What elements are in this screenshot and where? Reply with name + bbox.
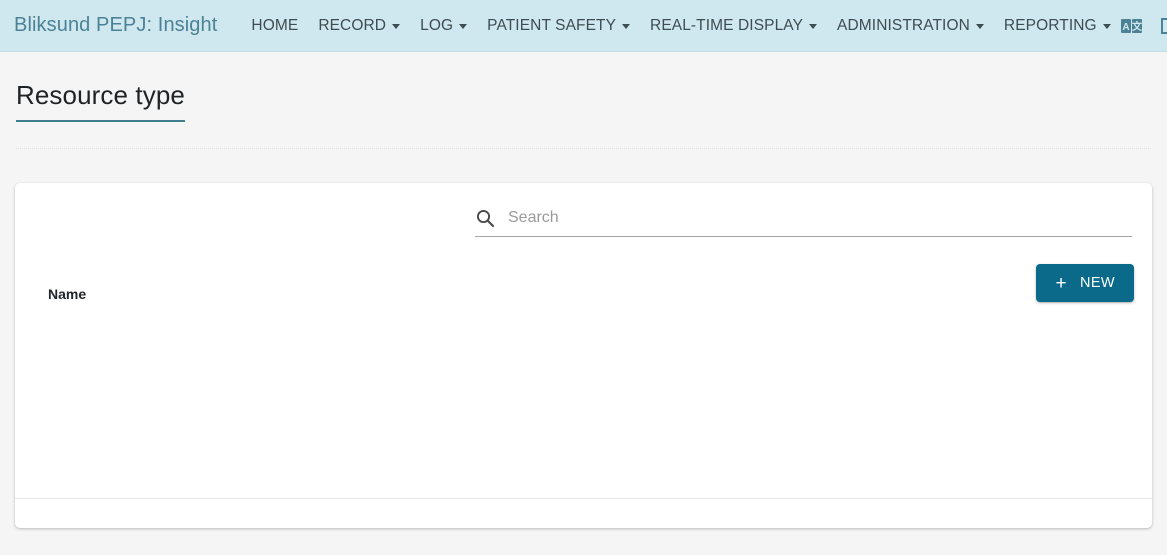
search-field[interactable] (475, 208, 1132, 237)
translate-icon[interactable]: A 文 (1120, 18, 1143, 34)
app-brand[interactable]: Bliksund PEPJ: Insight (14, 14, 217, 37)
resource-type-card: Name + NEW Air Ambulance (HKP) (15, 183, 1152, 528)
table-row[interactable]: Air Ambulance (HKP) (15, 498, 1152, 528)
nav-right-actions: A 文 (1120, 17, 1167, 35)
column-header-name: Name (48, 286, 87, 302)
nav-item-label: ADMINISTRATION (837, 16, 970, 34)
chevron-down-icon (1102, 24, 1111, 29)
plus-icon: + (1055, 272, 1067, 294)
nav-item-reporting[interactable]: REPORTING (994, 11, 1121, 41)
search-icon (475, 208, 495, 228)
page-title: Resource type (16, 80, 185, 122)
nav-item-label: LOG (420, 16, 454, 34)
header-divider (16, 148, 1151, 149)
nav-item-label: PATIENT SAFETY (487, 16, 617, 34)
table-header-row: Name + NEW (15, 264, 1152, 319)
nav-item-label: RECORD (318, 16, 387, 34)
nav-item-label: REPORTING (1003, 16, 1097, 34)
nav-item-real-time-display[interactable]: REAL-TIME DISPLAY (640, 11, 827, 41)
chevron-down-icon (622, 24, 631, 29)
chevron-down-icon (809, 24, 818, 29)
nav-item-label: HOME (251, 16, 299, 34)
logout-icon[interactable] (1159, 17, 1167, 35)
new-button[interactable]: + NEW (1036, 264, 1134, 302)
svg-text:文: 文 (1132, 20, 1143, 33)
new-button-label: NEW (1079, 275, 1115, 291)
nav-item-record[interactable]: RECORD (308, 11, 410, 41)
top-navbar: Bliksund PEPJ: Insight HOME RECORD LOG P… (0, 0, 1167, 52)
chevron-down-icon (975, 24, 984, 29)
chevron-down-icon (392, 24, 401, 29)
nav-item-patient-safety[interactable]: PATIENT SAFETY (477, 11, 640, 41)
page-header: Resource type (0, 52, 1167, 149)
nav-item-home[interactable]: HOME (241, 11, 308, 41)
nav-item-administration[interactable]: ADMINISTRATION (827, 11, 994, 41)
nav-menu: HOME RECORD LOG PATIENT SAFETY REAL-TIME… (241, 11, 1120, 41)
search-input[interactable] (508, 209, 1132, 227)
svg-text:A: A (1122, 22, 1129, 33)
nav-item-label: REAL-TIME DISPLAY (650, 16, 804, 34)
chevron-down-icon (459, 24, 468, 29)
nav-item-log[interactable]: LOG (410, 11, 477, 41)
